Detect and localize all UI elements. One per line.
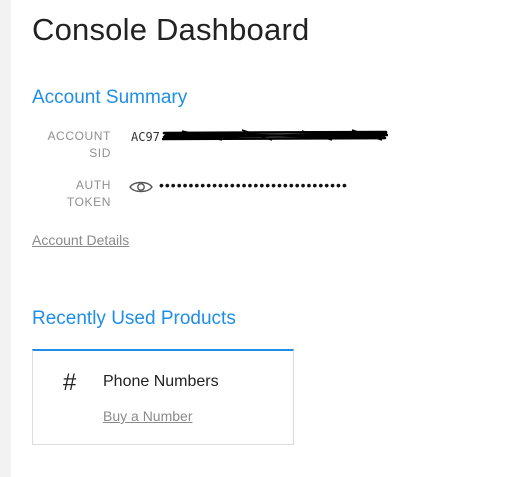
account-details-link[interactable]: Account Details — [32, 232, 129, 248]
left-rail — [0, 0, 11, 477]
account-sid-label-line1: ACCOUNT — [47, 129, 111, 143]
product-name[interactable]: Phone Numbers — [103, 373, 219, 391]
auth-token-masked: •••••••••••••••••••••••••••••••• — [159, 177, 348, 193]
auth-token-label: AUTH TOKEN — [32, 177, 111, 211]
sid-redaction-scribble — [162, 129, 388, 141]
auth-token-label-line2: TOKEN — [66, 195, 111, 209]
product-card-phone-numbers: # Phone Numbers Buy a Number — [32, 349, 294, 445]
account-sid-label: ACCOUNT SID — [32, 128, 111, 162]
auth-token-label-line1: AUTH — [75, 178, 111, 192]
recently-used-products-heading: Recently Used Products — [32, 308, 236, 329]
account-sid-label-line2: SID — [89, 146, 111, 160]
buy-a-number-link[interactable]: Buy a Number — [103, 408, 192, 424]
page-title: Console Dashboard — [32, 12, 310, 47]
hash-icon: # — [63, 369, 77, 396]
account-summary-heading: Account Summary — [32, 87, 188, 108]
account-sid-value[interactable]: AC97 — [131, 130, 160, 144]
eye-icon[interactable] — [129, 179, 153, 195]
